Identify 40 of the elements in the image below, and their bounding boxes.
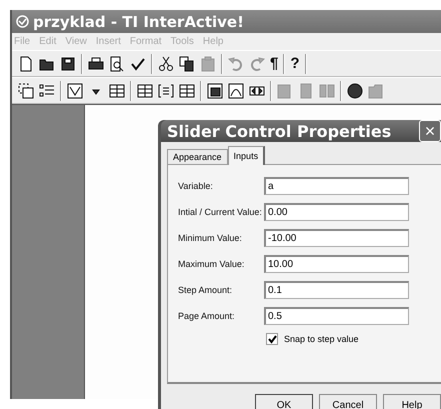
checkbox-label: Snap to step value [284, 334, 359, 344]
frame-icon[interactable] [18, 82, 34, 98]
pilcrow-button[interactable]: ¶ [270, 55, 278, 72]
graph-icon[interactable] [67, 82, 83, 98]
spell-check-icon[interactable] [130, 56, 146, 72]
field-label: Step Amount: [178, 285, 234, 295]
dialog-title: Slider Control Properties [166, 122, 392, 140]
field-label: Maximum Value: [178, 259, 246, 269]
copy-icon[interactable] [179, 56, 195, 72]
bracket-matrix-icon[interactable] [158, 82, 174, 98]
field-label: Intial / Current Value: [178, 207, 263, 217]
table-icon[interactable] [179, 82, 195, 98]
printer-icon[interactable] [88, 56, 104, 72]
list-icon[interactable] [39, 82, 55, 98]
magnifier-page-icon[interactable] [109, 56, 125, 72]
clipboard-icon[interactable] [200, 56, 216, 72]
checkbox[interactable] [266, 333, 278, 345]
scissors-icon[interactable] [158, 56, 174, 72]
field-label: Minimum Value: [178, 233, 243, 243]
input-field[interactable]: 10.00 [264, 255, 409, 273]
tab[interactable]: Appearance [167, 149, 228, 164]
table-icon[interactable] [109, 82, 125, 98]
app-icon [16, 15, 29, 28]
table-icon[interactable] [137, 82, 153, 98]
help-button[interactable]: ? [290, 55, 300, 72]
close-button[interactable]: × [419, 120, 441, 142]
curve-page-icon[interactable] [228, 82, 244, 98]
field-label: Variable: [178, 181, 214, 191]
dialog-button[interactable]: OK [255, 394, 313, 409]
image-page-icon[interactable] [207, 82, 223, 98]
tab[interactable]: Inputs [228, 146, 266, 165]
input-field[interactable]: a [264, 177, 409, 195]
input-field[interactable]: 0.00 [264, 203, 409, 221]
input-field[interactable]: 0.5 [264, 307, 409, 325]
field-label: Page Amount: [178, 311, 236, 321]
input-field[interactable]: 0.1 [264, 281, 409, 299]
new-file-icon[interactable] [18, 56, 34, 72]
dialog-button[interactable]: Cancel [319, 394, 377, 409]
window-title: przyklad - TI InterActive! [33, 12, 244, 30]
input-field[interactable]: -10.00 [264, 229, 409, 247]
